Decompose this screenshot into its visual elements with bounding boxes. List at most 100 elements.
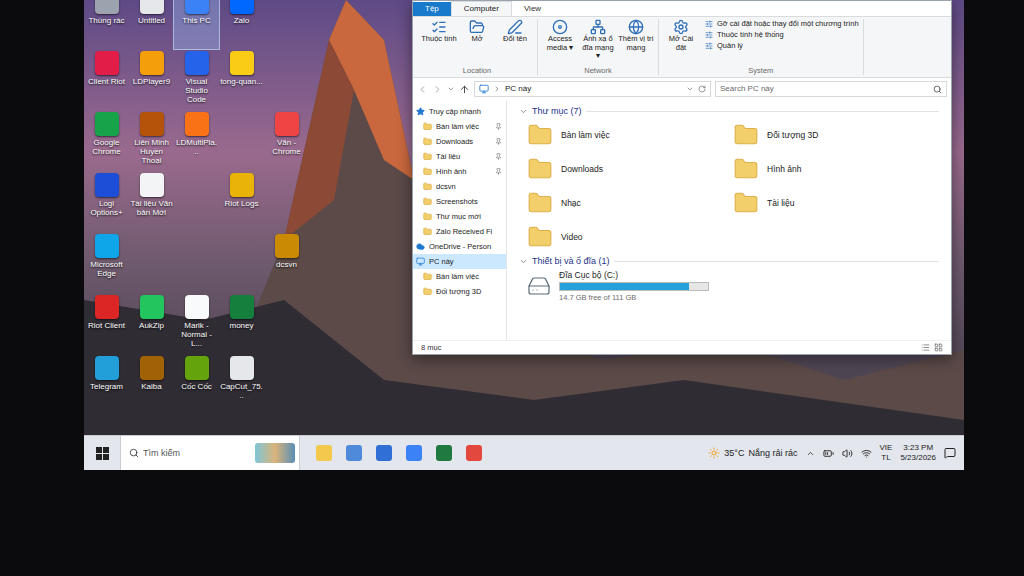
folder-item[interactable]: Đối tượng 3D — [733, 118, 939, 152]
notifications-icon[interactable] — [944, 447, 956, 459]
nav-item[interactable]: Đối tượng 3D — [413, 284, 506, 299]
windows-logo-icon — [96, 447, 109, 460]
section-header[interactable]: Thiết bị và ổ đĩa (1) — [519, 254, 939, 268]
desktop-icon[interactable]: Logi Options+ — [84, 171, 129, 232]
taskbar-app[interactable] — [312, 439, 336, 467]
start-button[interactable] — [84, 436, 120, 470]
desktop-icon[interactable]: Marik - Normal - L... — [174, 293, 219, 354]
nav-item[interactable]: Thư mục mới — [413, 209, 506, 224]
desktop-icon-label: Client Riot — [85, 77, 128, 86]
battery-icon[interactable] — [823, 448, 834, 459]
details-view-icon[interactable] — [921, 343, 930, 352]
app-icon — [95, 356, 119, 380]
nav-item[interactable]: Downloads — [413, 134, 506, 149]
desktop-icon[interactable]: Kaiba — [129, 354, 174, 415]
ribbon-tabs: TệpComputerView — [413, 1, 951, 16]
address-bar[interactable]: PC này — [474, 81, 711, 97]
desktop-icon[interactable]: dcsvn — [264, 232, 309, 293]
taskbar-app[interactable] — [372, 439, 396, 467]
nav-item[interactable]: Truy cập nhanh — [413, 104, 506, 119]
folder-item[interactable]: Nhạc — [527, 186, 733, 220]
folder-item[interactable]: Tài liệu — [733, 186, 939, 220]
ribbon-link[interactable]: Gỡ cài đặt hoặc thay đổi một chương trìn… — [705, 19, 859, 28]
desktop-icon[interactable]: tong-quan... — [219, 49, 264, 110]
volume-icon[interactable] — [842, 448, 853, 459]
wifi-icon[interactable] — [861, 448, 872, 459]
clock[interactable]: 3:23 PM5/23/2026 — [900, 443, 936, 463]
taskbar-app[interactable] — [432, 439, 456, 467]
forward-icon[interactable] — [432, 84, 443, 95]
folder-item[interactable]: Bàn làm việc — [527, 118, 733, 152]
ribbon-tab[interactable]: View — [512, 2, 553, 16]
desktop-icon[interactable]: money — [219, 293, 264, 354]
ribbon-button[interactable]: Mở — [459, 19, 495, 66]
desktop-icon[interactable]: Thùng rác — [84, 0, 129, 49]
weather[interactable]: 35°CNắng rải rác — [708, 447, 797, 459]
nav-item[interactable]: dcsvn — [413, 179, 506, 194]
nav-item[interactable]: Screenshots — [413, 194, 506, 209]
ribbon-button[interactable]: Mở Cài đặt — [663, 19, 699, 66]
desktop-icon[interactable]: LDMultiPla... — [174, 110, 219, 171]
desktop-icon-label: Zalo — [220, 16, 263, 25]
ribbon-link[interactable]: Quản lý — [705, 41, 859, 50]
back-icon[interactable] — [417, 84, 428, 95]
desktop-icon[interactable]: Cốc Cốc — [174, 354, 219, 415]
desktop-icon[interactable]: Untitled — [129, 0, 174, 49]
nav-item[interactable]: Tài liệu — [413, 149, 506, 164]
app-icon — [230, 51, 254, 75]
folder-item[interactable]: Hình ảnh — [733, 152, 939, 186]
desktop-icon[interactable]: Zalo — [219, 0, 264, 49]
folder-item[interactable]: Downloads — [527, 152, 733, 186]
search-box[interactable]: Search PC này — [715, 81, 947, 97]
nav-item[interactable]: Bàn làm việc — [413, 119, 506, 134]
desktop-icon[interactable]: CapCut_75... — [219, 354, 264, 415]
ribbon-link[interactable]: Thuộc tính hệ thống — [705, 30, 859, 39]
ribbon-button[interactable]: Thuộc tính — [421, 19, 457, 66]
language-indicator[interactable]: VIETL — [880, 443, 893, 463]
drive-item[interactable]: Đĩa Cục bộ (C:)14.7 GB free of 111 GB — [519, 268, 939, 304]
recent-icon[interactable] — [447, 85, 455, 93]
folder-item[interactable]: Video — [527, 220, 733, 254]
taskbar-app[interactable] — [402, 439, 426, 467]
ribbon-button[interactable]: Access media ▾ — [542, 19, 578, 66]
taskbar-search[interactable]: Tìm kiếm — [120, 436, 300, 470]
desktop-icon[interactable]: Liên Minh Huyền Thoại — [129, 110, 174, 171]
taskbar: Tìm kiếm 35°CNắng rải rác VIETL 3:23 PM5/23… — [84, 435, 964, 470]
tiles-view-icon[interactable] — [934, 343, 943, 352]
ribbon-button-icon — [673, 19, 689, 35]
ribbon-button[interactable]: Đổi tên — [497, 19, 533, 66]
desktop-icon-label: This PC — [175, 16, 218, 25]
app-icon — [275, 112, 299, 136]
desktop-icon[interactable]: Google Chrome — [84, 110, 129, 171]
ribbon-button[interactable]: Thêm vị trí mạng — [618, 19, 654, 66]
taskbar-app[interactable] — [342, 439, 366, 467]
desktop-icon[interactable]: Microsoft Edge — [84, 232, 129, 293]
app-icon — [185, 112, 209, 136]
nav-item[interactable]: Hình ảnh — [413, 164, 506, 179]
nav-item[interactable]: Bàn làm việc — [413, 269, 506, 284]
desktop-icon[interactable]: AukZip — [129, 293, 174, 354]
nav-item[interactable]: Zalo Received Fi — [413, 224, 506, 239]
section-header[interactable]: Thư mục (7) — [519, 104, 939, 118]
desktop-icon[interactable]: Riot Logs — [219, 171, 264, 232]
desktop-icon[interactable]: Client Riot — [84, 49, 129, 110]
refresh-icon[interactable] — [698, 85, 706, 93]
desktop-icon[interactable]: LDPlayer9 — [129, 49, 174, 110]
desktop-icon[interactable]: Visual Studio Code — [174, 49, 219, 110]
desktop-icon[interactable]: Tài liệu Văn bản Mới — [129, 171, 174, 232]
file-explorer-window[interactable]: TệpComputerViewThuộc tínhMởĐổi tênLocati… — [412, 0, 952, 355]
desktop-icon[interactable]: Telegram — [84, 354, 129, 415]
ribbon-tab[interactable]: Tệp — [413, 2, 451, 16]
taskbar-app[interactable] — [462, 439, 486, 467]
folder-icon — [733, 122, 759, 148]
desktop-icon[interactable]: Văn - Chrome — [264, 110, 309, 171]
tray-overflow-icon[interactable] — [806, 449, 815, 458]
nav-item[interactable]: OneDrive - Person — [413, 239, 506, 254]
ribbon-button[interactable]: Ánh xạ ổ đĩa mạng ▾ — [580, 19, 616, 66]
ribbon-tab[interactable]: Computer — [451, 1, 512, 16]
ribbon-group: Access media ▾Ánh xạ ổ đĩa mạng ▾Thêm vị… — [538, 19, 659, 75]
nav-item[interactable]: PC này — [413, 254, 506, 269]
desktop-icon[interactable]: This PC — [174, 0, 219, 49]
up-icon[interactable] — [459, 84, 470, 95]
desktop-icon[interactable]: Riot Client — [84, 293, 129, 354]
